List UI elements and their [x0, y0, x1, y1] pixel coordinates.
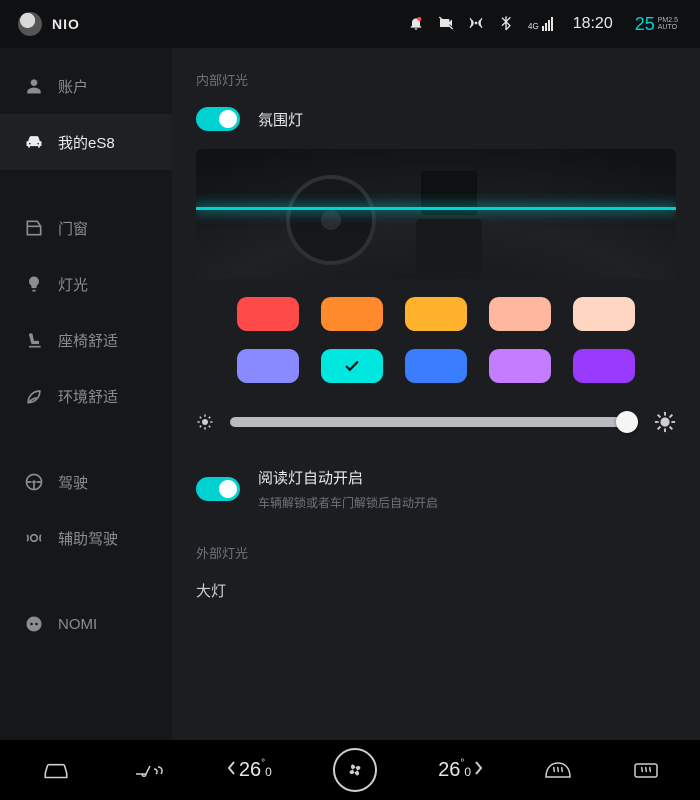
check-icon	[343, 357, 361, 375]
sidebar-item-doors[interactable]: 门窗	[0, 200, 172, 256]
signal-icon[interactable]: 4G	[528, 17, 553, 31]
color-swatch[interactable]	[321, 297, 383, 331]
adas-icon	[24, 528, 44, 548]
car-front-button[interactable]	[41, 759, 71, 781]
leaf-icon	[24, 386, 44, 406]
camera-off-icon[interactable]	[438, 15, 454, 34]
seat-icon	[24, 330, 44, 350]
defrost-rear-icon	[633, 759, 659, 781]
status-bar: NIO 4G 18:20 25 PM2.5 AUTO	[0, 0, 700, 48]
brightness-slider-row	[196, 411, 676, 433]
brightness-thumb[interactable]	[616, 411, 638, 433]
color-swatch[interactable]	[405, 349, 467, 383]
bulb-icon	[24, 274, 44, 294]
color-swatch[interactable]	[489, 297, 551, 331]
sidebar-item-label: 辅助驾驶	[58, 528, 118, 549]
dashboard-illustration	[196, 149, 676, 279]
sidebar-item-label: 座椅舒适	[58, 330, 118, 351]
notification-icon[interactable]	[408, 15, 424, 34]
temp-right-value: 26°0	[438, 759, 471, 782]
sidebar-item-label: 账户	[58, 76, 88, 97]
sidebar-item-label: NOMI	[58, 616, 97, 633]
car-front-icon	[41, 759, 71, 781]
reading-light-subtitle: 车辆解锁或者车门解锁后自动开启	[258, 494, 438, 511]
sidebar-item-seat[interactable]: 座椅舒适	[0, 312, 172, 368]
sidebar-item-account[interactable]: 账户	[0, 58, 172, 114]
color-swatch[interactable]	[321, 349, 383, 383]
sidebar-item-label: 环境舒适	[58, 386, 118, 407]
fan-button[interactable]	[333, 748, 377, 792]
sidebar-item-label: 驾驶	[58, 472, 88, 493]
color-swatch[interactable]	[573, 297, 635, 331]
reading-light-label: 阅读灯自动开启	[258, 467, 438, 488]
color-swatch[interactable]	[405, 297, 467, 331]
temp-left-button[interactable]: 26°0	[227, 759, 272, 782]
interior-section-title: 内部灯光	[196, 70, 676, 89]
chevron-right-icon	[473, 760, 483, 776]
ambient-light-toggle[interactable]	[196, 107, 240, 131]
color-swatch-grid	[196, 297, 676, 383]
avatar[interactable]	[18, 12, 42, 36]
sidebar-item-my-es8[interactable]: 我的eS8	[0, 114, 172, 170]
bluetooth-icon[interactable]	[498, 15, 514, 34]
content-panel: 内部灯光 氛围灯 阅读灯自动开启 车辆解锁或者车门解锁后自动开启	[172, 48, 700, 740]
steering-icon	[24, 472, 44, 492]
clock: 18:20	[573, 15, 613, 33]
sidebar-item-nomi[interactable]: NOMI	[0, 596, 172, 652]
sidebar-item-label: 我的eS8	[58, 132, 115, 153]
brightness-low-icon	[196, 413, 214, 431]
brightness-high-icon	[654, 411, 676, 433]
airflow-icon	[132, 759, 166, 781]
sidebar-item-label: 灯光	[58, 274, 88, 295]
fan-icon	[344, 759, 366, 781]
defrost-front-button[interactable]	[544, 759, 572, 781]
door-icon	[24, 218, 44, 238]
defrost-front-icon	[544, 759, 572, 781]
sidebar-item-adas[interactable]: 辅助驾驶	[0, 510, 172, 566]
brand-label: NIO	[52, 16, 80, 32]
audio-icon[interactable]	[468, 15, 484, 34]
sidebar-item-drive[interactable]: 驾驶	[0, 454, 172, 510]
sidebar: 账户 我的eS8 门窗 灯光 座椅舒适 环境舒适 驾驶 辅	[0, 48, 172, 740]
bottom-bar: 26°0 26°0	[0, 740, 700, 800]
sidebar-item-lights[interactable]: 灯光	[0, 256, 172, 312]
reading-light-toggle[interactable]	[196, 477, 240, 501]
chevron-left-icon	[227, 760, 237, 776]
airflow-button[interactable]	[132, 759, 166, 781]
ambient-light-label: 氛围灯	[258, 109, 303, 130]
nomi-icon	[24, 614, 44, 634]
car-icon	[24, 132, 44, 152]
color-swatch[interactable]	[237, 349, 299, 383]
headlight-label: 大灯	[196, 580, 676, 601]
brightness-slider[interactable]	[230, 417, 638, 427]
color-swatch[interactable]	[489, 349, 551, 383]
sidebar-item-env[interactable]: 环境舒适	[0, 368, 172, 424]
pm25-indicator: 25 PM2.5 AUTO	[635, 14, 678, 35]
temp-right-button[interactable]: 26°0	[438, 759, 483, 782]
person-icon	[24, 76, 44, 96]
temp-left-value: 26°0	[239, 759, 272, 782]
status-icons: 4G 18:20 25 PM2.5 AUTO	[408, 14, 678, 35]
defrost-rear-button[interactable]	[633, 759, 659, 781]
color-swatch[interactable]	[237, 297, 299, 331]
color-swatch[interactable]	[573, 349, 635, 383]
sidebar-item-label: 门窗	[58, 218, 88, 239]
exterior-section-title: 外部灯光	[196, 543, 676, 562]
